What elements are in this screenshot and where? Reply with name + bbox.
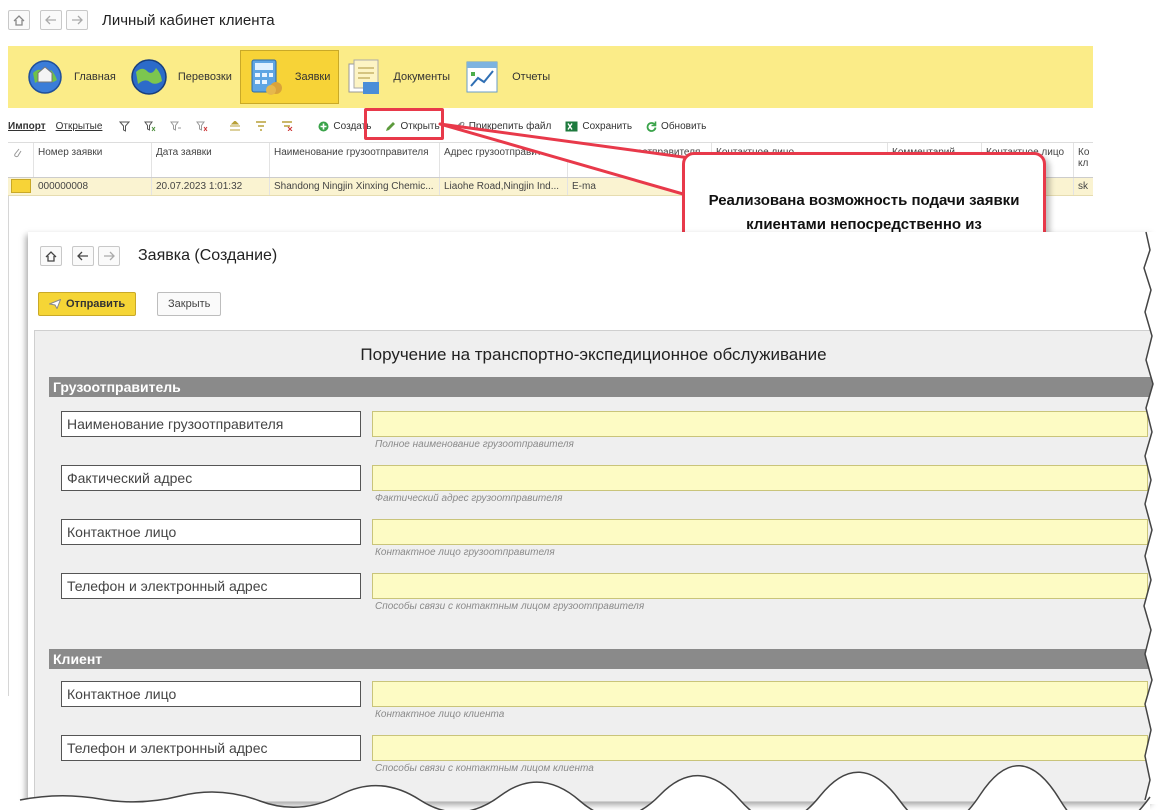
shipper-phone-email-input[interactable] bbox=[372, 573, 1148, 599]
field-hint: Контактное лицо грузоотправителя bbox=[375, 547, 555, 558]
window-title: Личный кабинет клиента bbox=[102, 11, 275, 29]
table-cell: 20.07.2023 1:01:32 bbox=[152, 178, 270, 195]
refresh-label: Обновить bbox=[661, 120, 707, 132]
plus-circle-icon bbox=[318, 121, 329, 131]
sections-panel: Главная Перевозки Заявки Документы Отчет… bbox=[8, 46, 1093, 108]
sort-clear-icon[interactable] bbox=[281, 121, 293, 131]
field-label: Контактное лицо bbox=[61, 681, 361, 707]
attach-file-button[interactable]: Прикрепить файл bbox=[454, 120, 552, 132]
home-button[interactable] bbox=[8, 10, 30, 30]
sort-desc-icon[interactable] bbox=[255, 121, 267, 131]
column-header[interactable]: Дата заявки bbox=[152, 143, 270, 177]
column-header[interactable]: Адрес грузоотправителя bbox=[440, 143, 568, 177]
request-form-window: Заявка (Создание) Отправить Закрыть Пору… bbox=[28, 232, 1154, 802]
field-label: Наименование грузоотправителя bbox=[61, 411, 361, 437]
table-cell: Shandong Ningjin Xinxing Chemic... bbox=[270, 178, 440, 195]
import-link[interactable]: Импорт bbox=[8, 121, 46, 132]
window-border bbox=[8, 196, 9, 696]
calculator-icon bbox=[251, 59, 282, 95]
column-header[interactable]: Номер заявки bbox=[34, 143, 152, 177]
open-filter-link[interactable]: Открытые bbox=[56, 121, 103, 132]
excel-icon bbox=[565, 121, 578, 131]
table-cell: 000000008 bbox=[34, 178, 152, 195]
section-transport[interactable]: Перевозки bbox=[124, 50, 240, 104]
create-button-highlight bbox=[364, 108, 444, 140]
field-hint: Способы связи с контактным лицом клиента bbox=[375, 763, 594, 774]
save-label: Сохранить bbox=[582, 120, 633, 132]
section-transport-label: Перевозки bbox=[177, 71, 232, 83]
home-icon bbox=[45, 250, 57, 262]
field-label: Телефон и электронный адрес bbox=[61, 573, 361, 599]
forward-button[interactable] bbox=[66, 10, 88, 30]
home-icon bbox=[13, 14, 25, 26]
home-globe-icon bbox=[28, 60, 62, 94]
home-button[interactable] bbox=[40, 246, 62, 266]
documents-icon bbox=[348, 59, 380, 94]
form-heading: Поручение на транспортно-экспедиционное … bbox=[360, 345, 827, 364]
paperclip-icon bbox=[455, 121, 465, 131]
globe-icon bbox=[131, 59, 167, 95]
refresh-button[interactable]: Обновить bbox=[646, 121, 706, 132]
section-reports[interactable]: Отчеты bbox=[458, 50, 558, 104]
close-label: Закрыть bbox=[168, 298, 211, 310]
close-button[interactable]: Закрыть bbox=[157, 292, 222, 316]
column-header[interactable]: Ко кл bbox=[1074, 143, 1093, 177]
sort-asc-icon[interactable] bbox=[229, 121, 241, 131]
section-home[interactable]: Главная bbox=[20, 50, 124, 104]
form-title: Заявка (Создание) bbox=[138, 247, 278, 264]
row-selection-marker[interactable] bbox=[8, 178, 34, 195]
refresh-icon bbox=[646, 121, 657, 132]
client-phone-email-input[interactable] bbox=[372, 735, 1148, 761]
table-cell: Liaohe Road,Ningjin Ind... bbox=[440, 178, 568, 195]
group-header-client: Клиент bbox=[49, 649, 1154, 669]
attach-label: Прикрепить файл bbox=[468, 120, 552, 132]
field-label: Фактический адрес bbox=[61, 465, 361, 491]
field-label: Контактное лицо bbox=[61, 519, 361, 545]
arrow-left-icon bbox=[77, 251, 88, 261]
field-hint: Фактический адрес грузоотправителя bbox=[375, 493, 563, 504]
section-requests[interactable]: Заявки bbox=[239, 50, 340, 104]
send-button[interactable]: Отправить bbox=[38, 292, 137, 316]
section-reports-label: Отчеты bbox=[512, 71, 551, 83]
shipper-address-input[interactable] bbox=[372, 465, 1148, 491]
form-body: Поручение на транспортно-экспедиционное … bbox=[34, 330, 1154, 802]
shipper-contact-input[interactable] bbox=[372, 519, 1148, 545]
reports-icon bbox=[466, 61, 498, 93]
filter-value-icon[interactable] bbox=[144, 121, 156, 132]
section-documents[interactable]: Документы bbox=[339, 50, 458, 104]
field-hint: Контактное лицо клиента bbox=[375, 709, 505, 720]
send-paper-plane-icon bbox=[49, 299, 61, 309]
filter-icon[interactable] bbox=[119, 121, 131, 132]
arrow-right-icon bbox=[72, 15, 83, 25]
back-button[interactable] bbox=[40, 10, 62, 30]
section-documents-label: Документы bbox=[393, 71, 451, 83]
section-requests-label: Заявки bbox=[294, 71, 331, 83]
paperclip-icon bbox=[14, 148, 22, 158]
field-hint: Способы связи с контактным лицом грузоот… bbox=[375, 601, 645, 612]
attachment-column-header[interactable] bbox=[8, 143, 34, 177]
window-titlebar: Личный кабинет клиента bbox=[8, 8, 275, 32]
field-hint: Полное наименование грузоотправителя bbox=[375, 439, 574, 450]
client-contact-input[interactable] bbox=[372, 681, 1148, 707]
group-header-shipper: Грузоотправитель bbox=[49, 377, 1154, 397]
save-button[interactable]: Сохранить bbox=[565, 121, 632, 132]
column-header[interactable]: Наименование грузоотправителя bbox=[270, 143, 440, 177]
send-label: Отправить bbox=[66, 298, 126, 310]
section-home-label: Главная bbox=[74, 71, 116, 83]
arrow-right-icon bbox=[104, 251, 115, 261]
filter-clear-icon[interactable] bbox=[196, 121, 208, 132]
form-titlebar: Заявка (Создание) bbox=[40, 246, 277, 266]
filter-and-icon[interactable] bbox=[170, 121, 182, 132]
table-cell: sk bbox=[1078, 181, 1088, 192]
forward-button[interactable] bbox=[98, 246, 120, 266]
back-button[interactable] bbox=[72, 246, 94, 266]
field-label: Телефон и электронный адрес bbox=[61, 735, 361, 761]
arrow-left-icon bbox=[45, 15, 56, 25]
shipper-name-input[interactable] bbox=[372, 411, 1148, 437]
